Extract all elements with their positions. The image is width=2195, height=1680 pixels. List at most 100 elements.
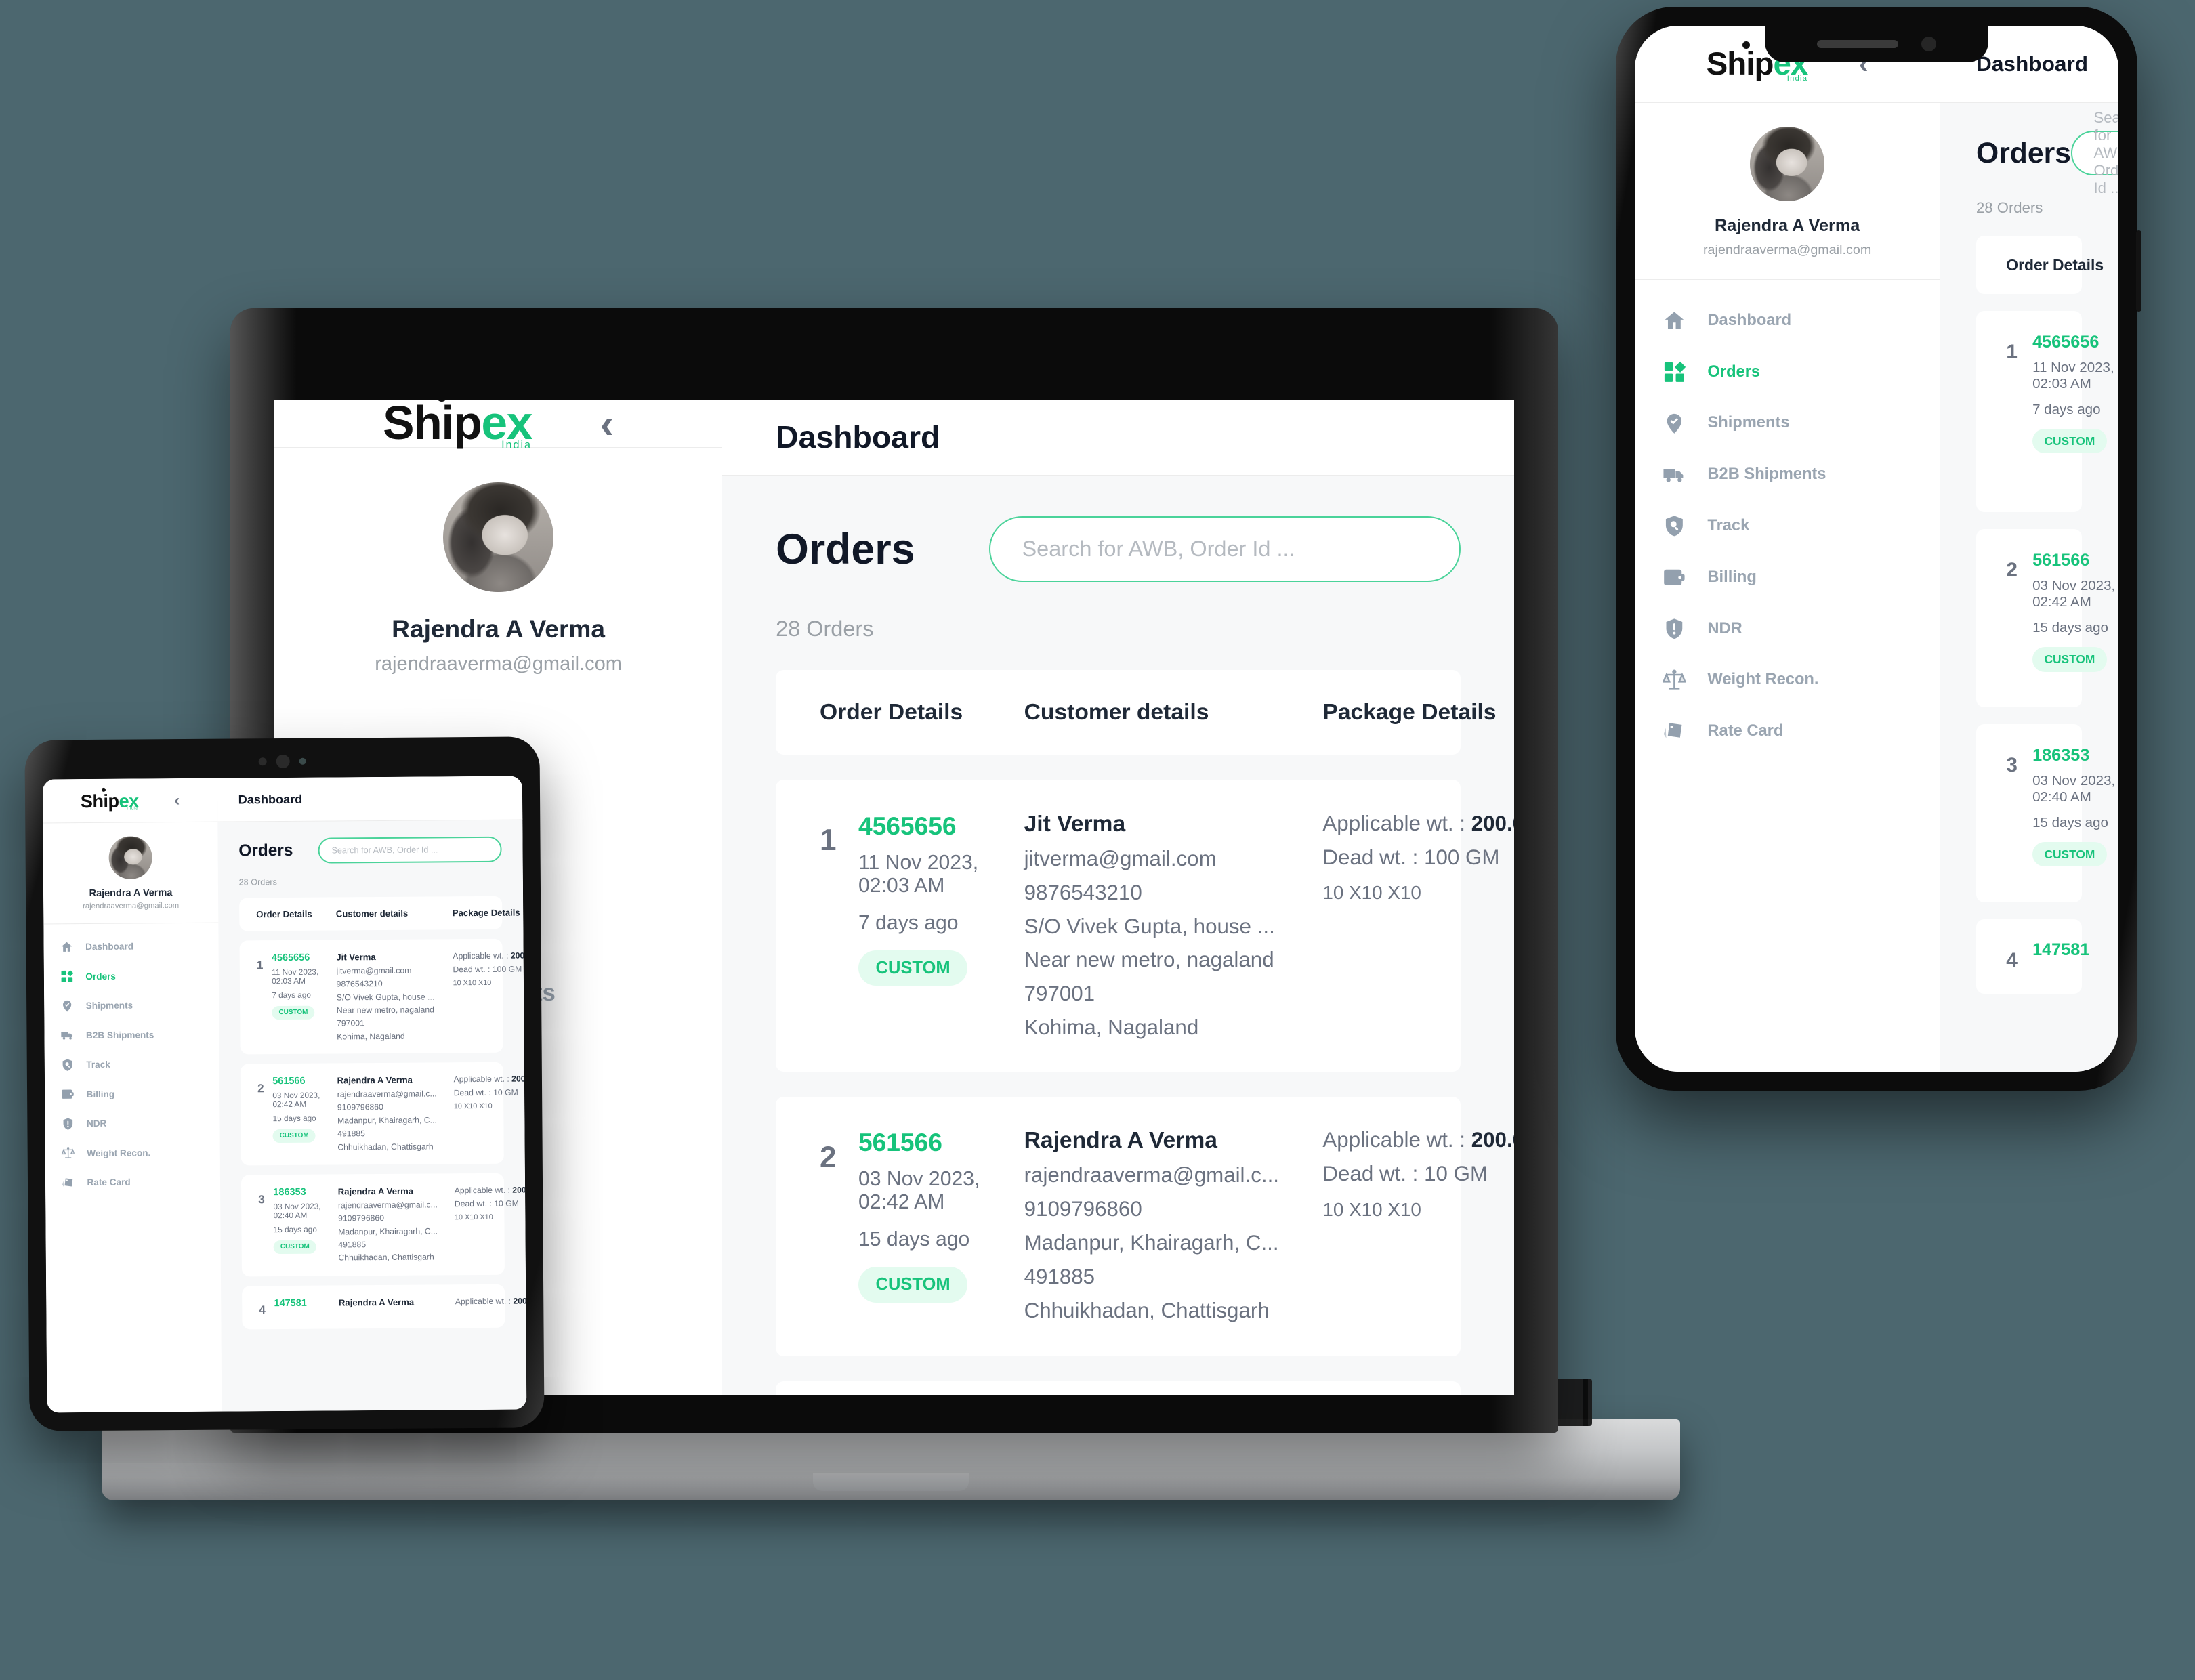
phone-power-button[interactable] xyxy=(2136,230,2141,312)
sidebar-item-label: B2B Shipments xyxy=(85,1030,154,1041)
tag-icon xyxy=(61,1176,75,1190)
app-logo: Shipex India xyxy=(81,787,139,812)
table-row[interactable]: 2 561566 03 Nov 2023, 02:42 AM 15 days ago C… xyxy=(1976,529,2115,707)
phone-camera-icon xyxy=(1921,37,1936,51)
sidebar-item-track[interactable]: Track xyxy=(45,1049,220,1080)
content-area: Dashboard Orders Search for AWB, Order Id … xyxy=(1940,26,2118,1072)
row-index: 2 xyxy=(820,1140,837,1174)
orders-header-row: Orders Search for AWB, Order Id ... xyxy=(776,516,1461,583)
order-id[interactable]: 4565656 xyxy=(858,812,1024,841)
orders-page: Orders Search for AWB, Order Id ... 28 Ord… xyxy=(217,820,526,1412)
table-row[interactable]: 2 561566 03 Nov 2023, 02:42 AM 15 days ago C… xyxy=(776,1096,1514,1356)
search-input[interactable]: Search for AWB, Order Id ... xyxy=(989,516,1461,583)
user-name: Rajendra A Verma xyxy=(89,887,173,900)
applicable-weight: Applicable wt. : 200.00 xyxy=(453,1074,527,1085)
customer-name: Jit Verma xyxy=(1024,811,1126,837)
order-id[interactable]: 186353 xyxy=(273,1187,338,1198)
search-input[interactable]: Search for AWB, Order Id ... xyxy=(2070,109,2118,196)
cell-package-details: Applicable wt. : 200.00 xyxy=(455,1296,527,1316)
search-input[interactable]: Search for AWB, Order Id ... xyxy=(318,836,502,864)
sidebar-item-orders[interactable]: Orders xyxy=(1635,346,1940,398)
sidebar-nav: Dashboard Orders Shipments B2B Shipments Tra… xyxy=(1635,280,1940,757)
row-index: 4 xyxy=(259,1303,266,1317)
sidebar-item-label: NDR xyxy=(86,1118,107,1129)
order-relative-time: 15 days ago xyxy=(2032,814,2108,831)
cell-order-details: 2 561566 03 Nov 2023, 02:42 AM 15 days ago C… xyxy=(820,1128,1024,1324)
shield-alert-icon xyxy=(61,1117,75,1131)
applicable-weight: Applicable wt. : 200.00 xyxy=(1322,811,1514,835)
sidebar-item-shipments[interactable]: Shipments xyxy=(44,990,219,1021)
customer-line: rajendraaverma@gmail.c... xyxy=(337,1200,438,1211)
sidebar-item-dashboard[interactable]: Dashboard xyxy=(1635,295,1940,346)
table-row[interactable]: 1 4565656 11 Nov 2023, 02:03 AM 7 days ago C… xyxy=(239,938,526,1055)
order-id[interactable]: 561566 xyxy=(272,1076,337,1087)
table-row[interactable]: 318635303 Nov 2023, 02:40 AM15 days agoC… xyxy=(1976,724,2115,902)
package-dimensions: 10 X10 X10 xyxy=(454,1213,493,1222)
customer-line: Chhuikhadan, Chattisgarh xyxy=(338,1252,434,1263)
row-index: 4 xyxy=(2006,949,2018,972)
table-row[interactable]: 4 147581 Rajendra A Verma Applicable wt. : … xyxy=(241,1284,526,1330)
order-relative-time: 15 days ago xyxy=(858,1228,970,1251)
table-row[interactable]: 1 4565656 11 Nov 2023, 02:03 AM 7 days ago C… xyxy=(1976,310,2114,512)
order-id[interactable]: 147581 xyxy=(274,1298,306,1309)
order-id[interactable]: 561566 xyxy=(858,1128,1024,1157)
package-dimensions: 10 X10 X10 xyxy=(453,978,492,988)
sidebar-item-orders[interactable]: Orders xyxy=(44,961,219,991)
table-row[interactable]: 1 4565656 11 Nov 2023, 02:03 AM 7 days ago C… xyxy=(776,780,1514,1072)
sidebar-item-weight-recon[interactable]: Weight Recon. xyxy=(1635,654,1940,706)
sidebar-collapse-button[interactable]: ‹ xyxy=(600,400,614,447)
table-row[interactable]: 318635303 Nov 2023, 02:40 AM15 days agoC… xyxy=(241,1173,526,1276)
column-header-package-details: Package Details xyxy=(1322,699,1497,725)
sidebar-user-block: Rajendra A Verma rajendraaverma@gmail.com xyxy=(274,448,723,708)
customer-line: jitverma@gmail.com xyxy=(336,965,412,976)
dead-weight: Dead wt. : 10 GM xyxy=(1322,1162,1488,1186)
sidebar-item-weight-recon[interactable]: Weight Recon. xyxy=(45,1137,220,1168)
content-area: Dashboard Orders Search for AWB, Order Id … xyxy=(722,400,1514,1395)
order-datetime: 03 Nov 2023, 02:42 AM xyxy=(2032,577,2116,610)
phone-speaker-icon xyxy=(1817,40,1898,48)
sidebar-item-b2b-shipments[interactable]: B2B Shipments xyxy=(1635,449,1940,501)
cell-customer-details: Rajendra A Verma rajendraaverma@gmail.c..… xyxy=(337,1075,455,1152)
tablet-camera-cluster xyxy=(258,754,306,769)
topbar: Dashboard xyxy=(722,400,1514,476)
sidebar-item-ndr[interactable]: NDR xyxy=(1635,603,1940,654)
phone-device: Shipex India ‹ Rajendra A Verma rajendraaver… xyxy=(1616,7,2141,1091)
sidebar-item-b2b-shipments[interactable]: B2B Shipments xyxy=(44,1020,219,1050)
order-id[interactable]: 4565656 xyxy=(272,952,337,963)
sidebar-item-billing[interactable]: Billing xyxy=(1635,551,1940,603)
order-id[interactable]: 186353 xyxy=(2032,746,2118,765)
column-header-package-details: Package Details xyxy=(452,907,520,919)
sidebar-collapse-button[interactable]: ‹ xyxy=(174,791,180,810)
sidebar-item-billing[interactable]: Billing xyxy=(45,1078,220,1109)
order-id[interactable]: 4565656 xyxy=(2032,333,2118,352)
orders-header-row: Orders Search for AWB, Order Id ... xyxy=(1976,109,2118,196)
column-header-order-details: Order Details xyxy=(820,699,963,725)
sidebar-item-track[interactable]: Track xyxy=(1635,501,1940,552)
customer-line: 797001 xyxy=(336,1018,364,1028)
customer-name: Rajendra A Verma xyxy=(338,1297,415,1308)
table-row[interactable]: 2 561566 03 Nov 2023, 02:42 AM 15 days ago C… xyxy=(240,1062,526,1166)
table-row[interactable]: 4147581Rajendra A VermaApplicable wt. : … xyxy=(1976,919,2089,994)
cell-customer-details: Rajendra A Verma xyxy=(339,1297,455,1316)
applicable-weight: Applicable wt. : 200.00 xyxy=(1322,1128,1514,1152)
device-showcase: Shipex India ‹ Rajendra A Verma rajendraaver… xyxy=(0,0,2195,1680)
tablet-camera-icon xyxy=(276,754,290,769)
sidebar-item-rate-card[interactable]: Rate Card xyxy=(45,1167,220,1197)
sidebar-item-shipments[interactable]: Shipments xyxy=(1635,398,1940,449)
sidebar-item-label: Rate Card xyxy=(87,1177,131,1188)
cell-customer-details: Jit Verma jitverma@gmail.com 9876543210 S/O… xyxy=(336,952,453,1041)
sidebar-item-dashboard[interactable]: Dashboard xyxy=(43,931,218,962)
sidebar-item-ndr[interactable]: NDR xyxy=(45,1108,220,1139)
order-tag-badge: CUSTOM xyxy=(2032,841,2107,867)
wallet-icon xyxy=(61,1087,75,1101)
table-row[interactable]: 318635303 Nov 2023, 02:40 AM15 days agoC… xyxy=(776,1381,1461,1395)
order-id[interactable]: 561566 xyxy=(2032,551,2118,570)
order-id[interactable]: 147581 xyxy=(2032,940,2089,960)
order-datetime: 03 Nov 2023, 02:42 AM xyxy=(272,1091,320,1109)
cell-customer-details: Rajendra A Verma rajendraaverma@gmail.c..… xyxy=(338,1186,455,1263)
app-logo: Shipex India xyxy=(383,400,532,450)
scales-icon xyxy=(1663,669,1686,692)
customer-line: 491885 xyxy=(1024,1264,1095,1288)
sidebar-item-rate-card[interactable]: Rate Card xyxy=(1635,706,1940,757)
page-title: Dashboard xyxy=(238,792,303,807)
